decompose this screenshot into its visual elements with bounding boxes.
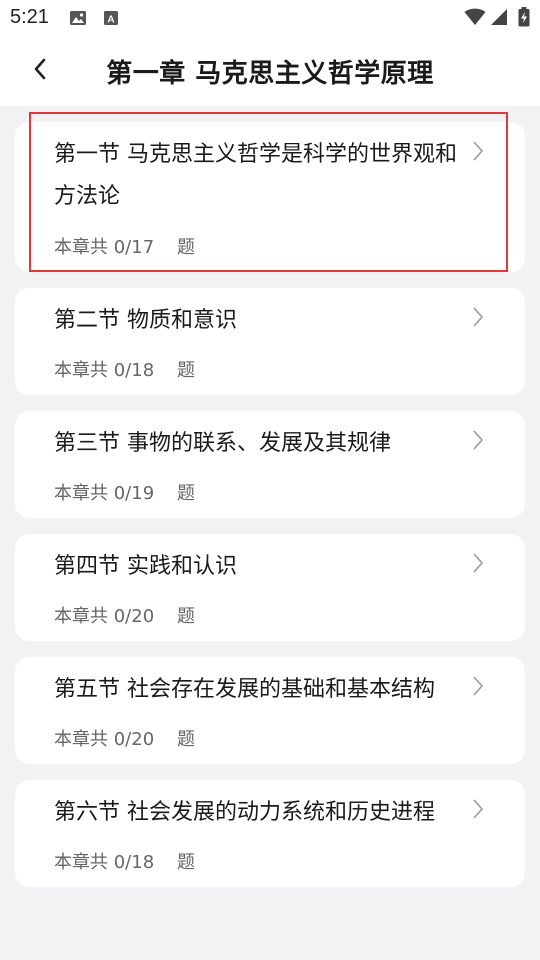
section-card-5[interactable]: 第五节 社会存在发展的基础和基本结构 本章共 0/20 题 — [15, 657, 525, 764]
chevron-right-icon — [471, 140, 485, 162]
a-icon: A — [104, 10, 118, 26]
section-card-4[interactable]: 第四节 实践和认识 本章共 0/20 题 — [15, 534, 525, 641]
section-question-count: 本章共 0/17 题 — [54, 237, 196, 258]
app-header: 第一章 马克思主义哲学原理 — [0, 36, 540, 106]
chevron-right-icon — [471, 429, 485, 451]
chevron-right-icon — [471, 675, 485, 697]
svg-text:A: A — [107, 15, 114, 26]
section-question-count: 本章共 0/20 题 — [54, 606, 196, 627]
section-title: 第一节 马克思主义哲学是科学的世界观和方法论 — [54, 142, 457, 209]
status-bar: 5:21 A — [0, 0, 540, 36]
section-question-count: 本章共 0/18 题 — [54, 360, 196, 381]
section-title: 第五节 社会存在发展的基础和基本结构 — [54, 677, 435, 702]
section-card-6[interactable]: 第六节 社会发展的动力系统和历史进程 本章共 0/18 题 — [15, 780, 525, 887]
chevron-right-icon — [471, 798, 485, 820]
section-title: 第二节 物质和意识 — [54, 308, 237, 333]
section-title: 第六节 社会发展的动力系统和历史进程 — [54, 800, 435, 825]
battery-icon — [518, 7, 530, 27]
section-card-3[interactable]: 第三节 事物的联系、发展及其规律 本章共 0/19 题 — [15, 411, 525, 518]
page-title: 第一章 马克思主义哲学原理 — [106, 59, 434, 89]
section-card-2[interactable]: 第二节 物质和意识 本章共 0/18 题 — [15, 288, 525, 395]
section-question-count: 本章共 0/20 题 — [54, 729, 196, 750]
gallery-icon — [69, 10, 87, 26]
section-title: 第四节 实践和认识 — [54, 554, 237, 579]
status-time: 5:21 — [10, 6, 49, 28]
section-card-1[interactable]: 第一节 马克思主义哲学是科学的世界观和方法论 本章共 0/17 题 — [15, 122, 525, 272]
section-question-count: 本章共 0/18 题 — [54, 852, 196, 873]
wifi-icon — [464, 8, 486, 26]
section-title: 第三节 事物的联系、发展及其规律 — [54, 431, 391, 456]
chevron-right-icon — [471, 306, 485, 328]
section-question-count: 本章共 0/19 题 — [54, 483, 196, 504]
section-list: 第一节 马克思主义哲学是科学的世界观和方法论 本章共 0/17 题 第二节 物质… — [15, 122, 525, 903]
signal-icon — [490, 8, 508, 26]
chevron-right-icon — [471, 552, 485, 574]
